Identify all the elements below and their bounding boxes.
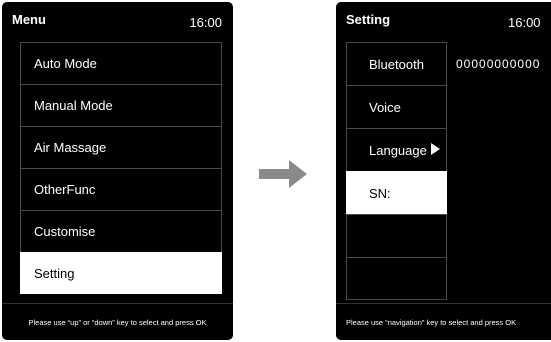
menu-item-auto-mode[interactable]: Auto Mode [20,42,222,84]
menu-item-label: Auto Mode [34,56,97,71]
setting-item-language[interactable]: Language [346,128,447,171]
menu-item-label: Setting [34,265,75,281]
menu-status-bar: Menu 16:00 [2,2,233,39]
menu-clock: 16:00 [189,15,222,30]
menu-item-other-func[interactable]: OtherFunc [20,168,222,210]
menu-item-label: Manual Mode [34,98,113,113]
menu-item-manual-mode[interactable]: Manual Mode [20,84,222,126]
setting-item-voice[interactable]: Voice [346,85,447,128]
setting-footer-hint: Please use “navigation” key to select an… [336,303,551,340]
setting-item-empty[interactable] [346,214,447,257]
menu-footer-hint: Please use “up” or “down” key to select … [2,303,233,340]
right-arrow-icon [259,160,307,188]
setting-item-empty[interactable] [346,257,447,300]
menu-list: Auto Mode Manual Mode Air Massage OtherF… [20,42,222,294]
setting-item-label: Bluetooth [369,56,424,72]
setting-item-label: SN: [369,185,391,201]
setting-item-label: Language [369,142,427,158]
menu-item-setting[interactable]: Setting [20,252,222,294]
menu-screen: Menu 16:00 Auto Mode Manual Mode Air Mas… [2,2,233,340]
setting-list: Bluetooth Voice Language SN: [346,42,447,300]
setting-item-label: Voice [369,99,401,115]
setting-status-bar: Setting 16:00 [336,2,551,39]
setting-item-sn[interactable]: SN: [346,171,447,214]
play-triangle-icon [430,143,440,155]
setting-title: Setting [346,12,391,27]
menu-item-air-massage[interactable]: Air Massage [20,126,222,168]
setting-screen: Setting 16:00 Bluetooth Voice Language S… [336,2,551,340]
menu-item-label: Customise [34,224,96,239]
setting-clock: 16:00 [508,15,541,30]
menu-item-customise[interactable]: Customise [20,210,222,252]
menu-item-label: OtherFunc [34,182,96,197]
sn-value: 00000000000 [456,57,541,71]
menu-item-label: Air Massage [34,140,107,155]
setting-item-bluetooth[interactable]: Bluetooth [346,42,447,85]
menu-title: Menu [12,12,46,27]
